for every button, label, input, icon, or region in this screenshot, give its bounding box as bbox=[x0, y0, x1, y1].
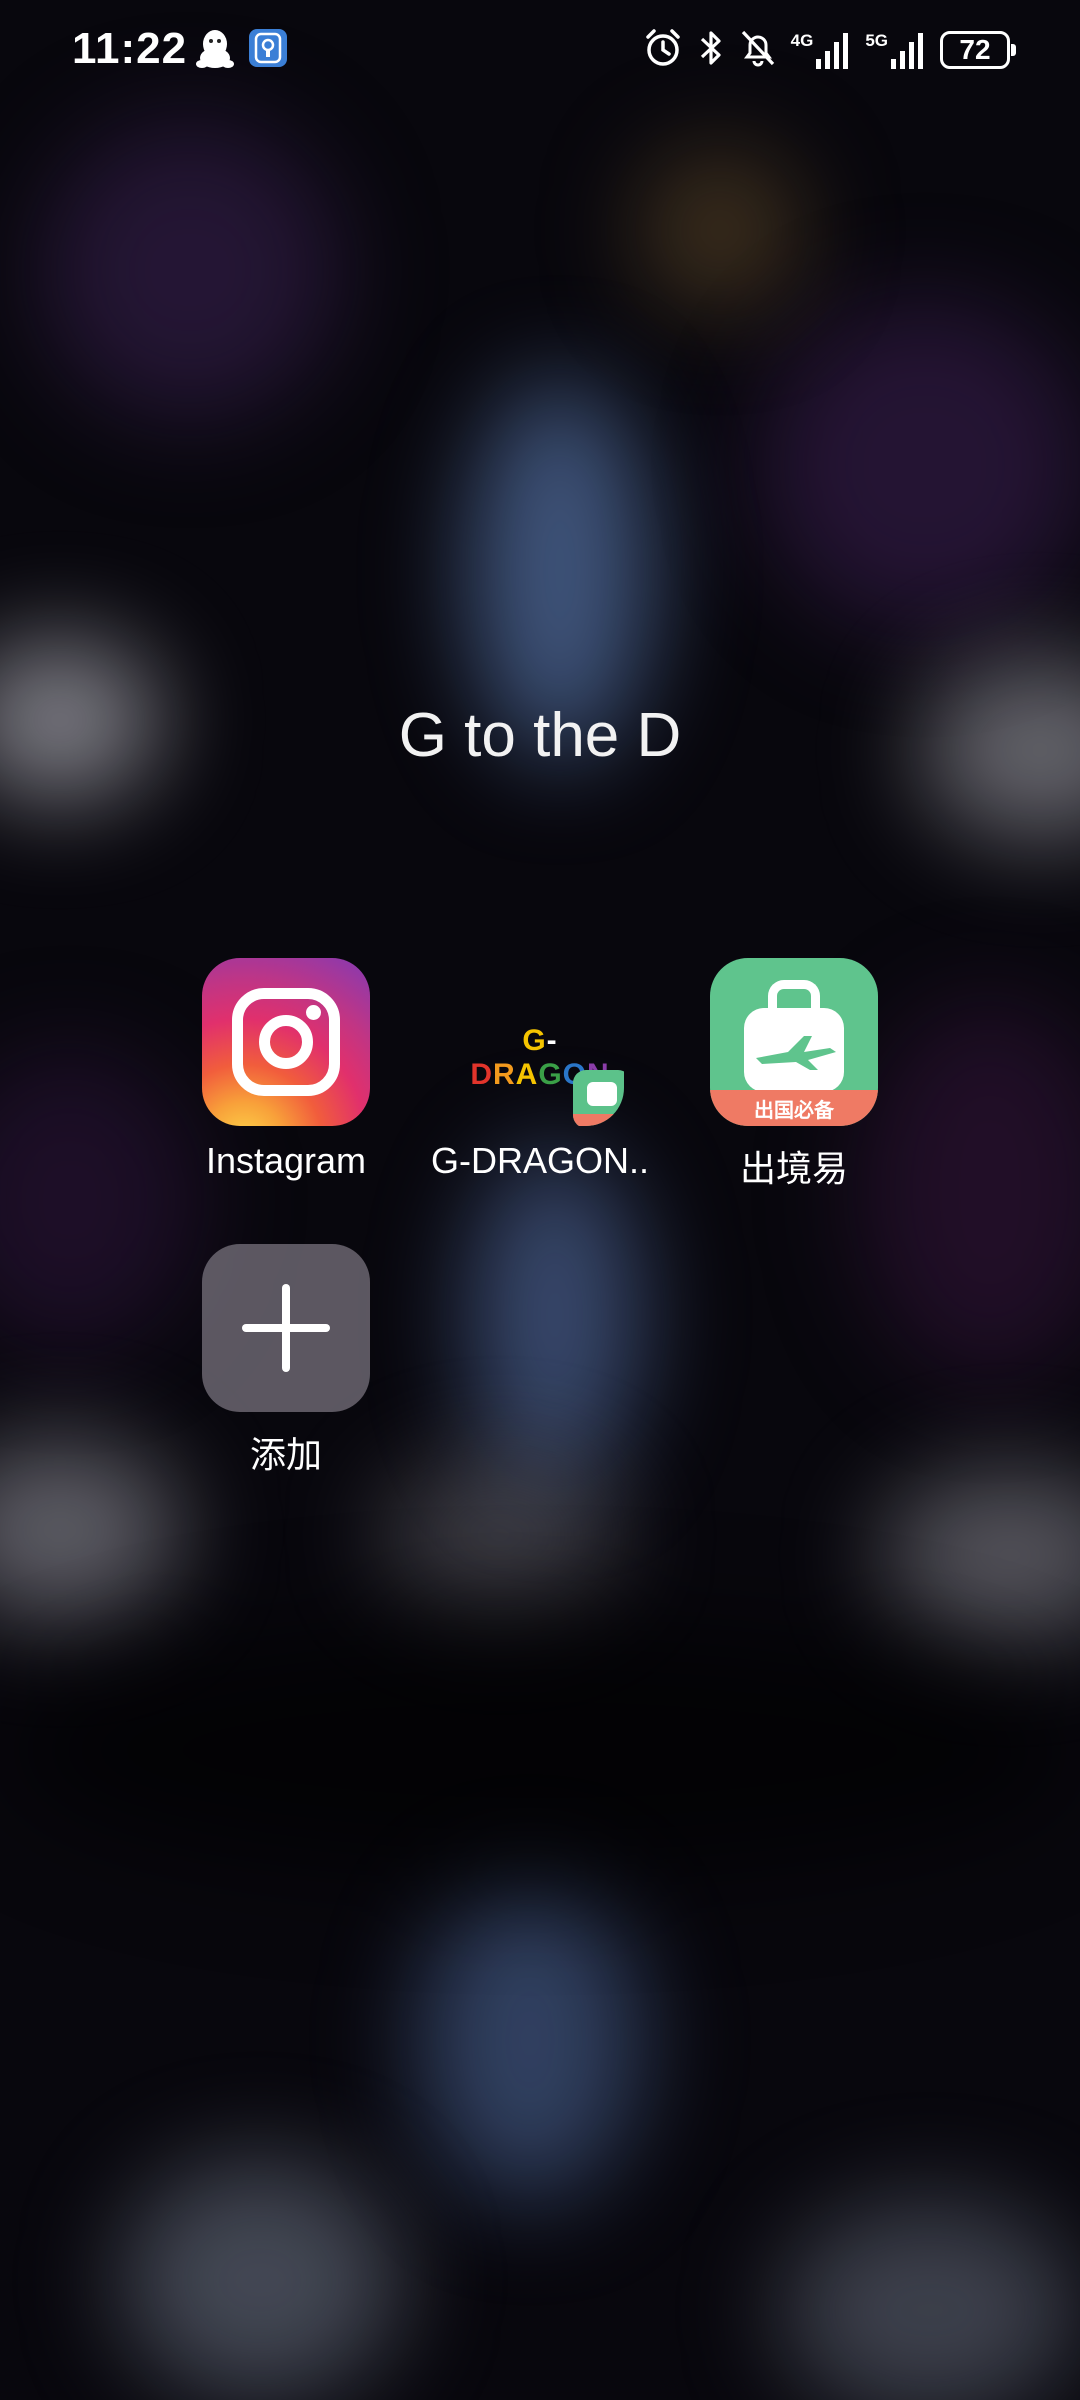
silent-bell-icon bbox=[739, 28, 777, 72]
app-label: 出境易 bbox=[739, 1148, 848, 1189]
travel-badge: 出国必备 bbox=[710, 1090, 878, 1126]
folder-title[interactable]: G to the D bbox=[0, 700, 1080, 771]
bluetooth-icon bbox=[697, 28, 725, 72]
alarm-icon bbox=[643, 28, 683, 72]
signal-bars-icon bbox=[816, 33, 849, 69]
app-label: Instagram bbox=[205, 1140, 367, 1181]
app-chujingyi[interactable]: 出国必备 出境易 bbox=[674, 958, 914, 1192]
add-app-button[interactable]: 添加 bbox=[166, 1244, 406, 1478]
travel-suitcase-icon[interactable]: 出国必备 bbox=[710, 958, 878, 1126]
status-time: 11:22 bbox=[72, 24, 188, 73]
app-label: G-DRAGON.. bbox=[430, 1140, 649, 1181]
mini-travel-app-icon bbox=[573, 1070, 624, 1126]
instagram-icon[interactable] bbox=[202, 958, 370, 1126]
network-5g-signal: 5G bbox=[865, 31, 926, 69]
bluetooth-keeper-app-icon bbox=[248, 28, 288, 74]
add-icon[interactable] bbox=[202, 1244, 370, 1412]
network-5g-label: 5G bbox=[865, 31, 888, 50]
g-dragon-folder-icon[interactable]: G-DRAGON bbox=[456, 958, 624, 1126]
blurred-wallpaper bbox=[0, 0, 1080, 2400]
status-bar: 11:22 4G 5G 72 bbox=[0, 0, 1080, 100]
network-4g-label: 4G bbox=[790, 31, 814, 50]
notification-icons bbox=[196, 28, 288, 74]
status-right-icons: 4G 5G 72 bbox=[643, 28, 1016, 72]
qq-penguin-icon bbox=[196, 28, 234, 74]
network-4g-signal: 4G bbox=[791, 31, 852, 69]
app-label: 添加 bbox=[249, 1434, 322, 1475]
home-screen: 11:22 4G 5G 72 G to the D Instagram G-DR… bbox=[0, 0, 1080, 2400]
battery-indicator: 72 bbox=[940, 31, 1016, 69]
app-instagram[interactable]: Instagram bbox=[166, 958, 406, 1182]
signal-bars-icon bbox=[891, 33, 923, 69]
app-g-dragon[interactable]: G-DRAGON G-DRAGON.. bbox=[420, 958, 660, 1182]
battery-level: 72 bbox=[959, 34, 991, 65]
